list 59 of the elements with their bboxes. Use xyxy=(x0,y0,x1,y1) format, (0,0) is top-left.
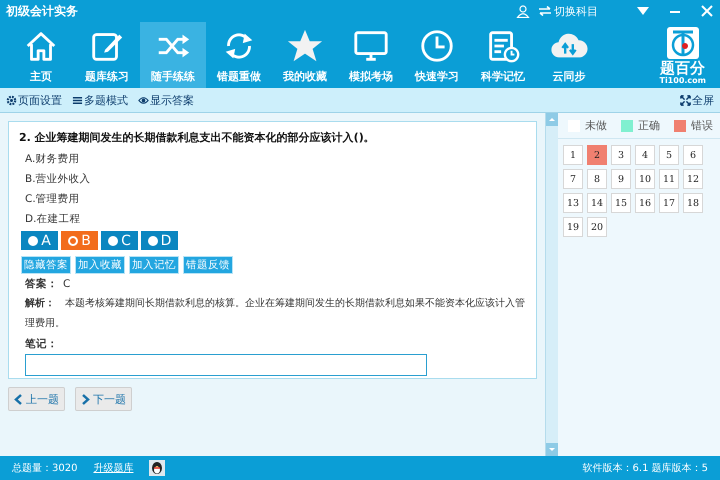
logo-site: Ti100.com xyxy=(659,76,706,85)
chevron-right-icon xyxy=(81,394,90,404)
gear-icon xyxy=(6,94,17,106)
option-text: A.财务费用 xyxy=(24,152,80,167)
user-icon[interactable] xyxy=(516,4,530,18)
question-text: 2. 企业筹建期间发生的长期借款利息支出不能资本化的部分应该计入()。 xyxy=(19,130,376,145)
close-icon[interactable] xyxy=(700,4,714,18)
question-number[interactable]: 17 xyxy=(659,193,679,213)
fullscreen-icon xyxy=(680,94,691,106)
legend-label: 错误 xyxy=(691,118,713,133)
chevron-left-icon xyxy=(14,394,23,404)
analysis-text: 解析： 本题考核筹建期间长期借款利息的核算。企业在筹建期间发生的长期借款利息如果不能资本化应该计入管理费用。 xyxy=(24,296,526,331)
answer-choice[interactable]: A xyxy=(21,231,58,250)
question-number[interactable]: 16 xyxy=(635,193,655,213)
logo-icon xyxy=(666,26,700,60)
question-number[interactable]: 12 xyxy=(683,169,703,189)
version-text: 软件版本：6.1 题库版本：5 xyxy=(582,462,708,475)
question-number[interactable]: 10 xyxy=(635,169,655,189)
toolbar-button[interactable]: 页面设置 xyxy=(6,92,62,108)
option-text: B.营业外收入 xyxy=(24,172,92,187)
question-number[interactable]: 9 xyxy=(611,169,631,189)
previous-button[interactable]: 上一题 xyxy=(8,387,65,411)
question-number[interactable]: 4 xyxy=(635,145,655,165)
question-number[interactable]: 20 xyxy=(587,217,607,237)
question-number[interactable]: 15 xyxy=(611,193,631,213)
question-number[interactable]: 8 xyxy=(587,169,607,189)
question-number[interactable]: 11 xyxy=(659,169,679,189)
logo-text: 题百分 xyxy=(660,60,706,76)
swap-arrows-icon xyxy=(538,6,552,16)
question-number[interactable]: 2 xyxy=(587,145,607,165)
question-number[interactable]: 3 xyxy=(611,145,631,165)
scrollbar[interactable] xyxy=(545,113,558,456)
question-number[interactable]: 18 xyxy=(683,193,703,213)
total-count: 总题量：3020 xyxy=(12,462,78,475)
list-icon xyxy=(72,94,83,106)
answer-choice[interactable]: C xyxy=(101,231,138,250)
question-number[interactable]: 19 xyxy=(563,217,583,237)
notes-field[interactable] xyxy=(25,354,427,376)
toolbar-button[interactable]: 多题模式 xyxy=(72,92,128,108)
window-title: 初级会计实务 xyxy=(6,2,79,20)
answer-choice[interactable]: D xyxy=(141,231,178,250)
question-number[interactable]: 1 xyxy=(563,145,583,165)
legend-label: 未做 xyxy=(585,118,607,133)
question-number[interactable]: 7 xyxy=(563,169,583,189)
option-text: C.管理费用 xyxy=(24,192,81,207)
option-text: D.在建工程 xyxy=(24,212,82,227)
next-button[interactable]: 下一题 xyxy=(75,387,132,411)
question-number[interactable]: 6 xyxy=(683,145,703,165)
question-number[interactable]: 5 xyxy=(659,145,679,165)
notes-label: 笔记： xyxy=(24,337,59,352)
legend-label: 正确 xyxy=(638,118,660,133)
fullscreen-button[interactable]: 全屏 xyxy=(680,92,714,108)
answer-label: 答案： xyxy=(25,276,59,292)
toolbar-button[interactable]: 显示答案 xyxy=(138,92,194,108)
eye-icon xyxy=(138,94,149,106)
question-number[interactable]: 14 xyxy=(587,193,607,213)
answer-text: C xyxy=(63,277,70,292)
penguin-icon[interactable] xyxy=(149,460,166,476)
question-number[interactable]: 13 xyxy=(563,193,583,213)
